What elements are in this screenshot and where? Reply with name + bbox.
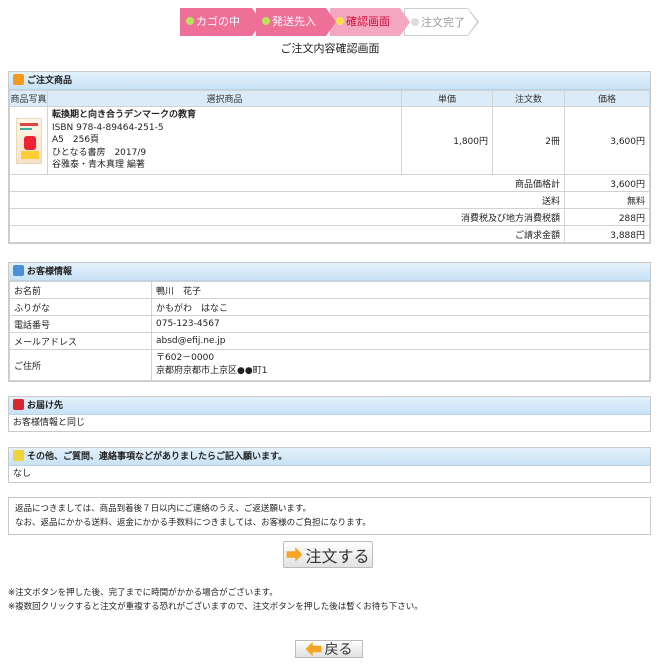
section-header: お届け先 (9, 397, 650, 415)
table-row: メールアドレス absd@efij.ne.jp (9, 332, 650, 350)
delivery-value: お客様情報と同じ (13, 418, 86, 428)
step-label: 確認画面 (346, 15, 390, 28)
delivery-section: お届け先 お客様情報と同じ (8, 396, 651, 432)
step-cart: カゴの中 (180, 8, 262, 36)
step-dot-icon (262, 17, 270, 25)
page-title: ご注文内容確認画面 (280, 42, 380, 55)
arrow-right-icon (286, 547, 303, 562)
customer-info-table: お名前 鴨川 花子 ふりがな かもがわ はなこ 電話番号 075-123-456… (9, 281, 650, 381)
step-arrow-icon (400, 8, 410, 36)
mailbox-icon (13, 399, 24, 410)
step-arrow-icon (252, 8, 262, 36)
customer-email: absd@efij.ne.jp (151, 332, 650, 350)
field-label: メールアドレス (9, 332, 152, 350)
cart-icon (13, 74, 24, 85)
customer-address: 〒602－0000 京都府京都市上京区●●町1 (151, 349, 650, 381)
product-title: 転換期と向き合うデンマークの教育 (52, 110, 197, 121)
field-label: ふりがな (9, 298, 152, 316)
step-arrow-icon (326, 8, 336, 36)
product-photo-cell (9, 106, 48, 175)
col-header-price: 価格 (564, 90, 650, 107)
customer-furigana: かもがわ はなこ (151, 298, 650, 316)
product-format: A5 256頁 (52, 135, 100, 146)
step-confirm: 確認画面 (330, 8, 410, 36)
table-row: お名前 鴨川 花子 (9, 281, 650, 299)
place-order-button[interactable]: 注文する (283, 541, 373, 568)
section-header: その他、ご質問、連絡事項などがありましたらご記入願います。 (9, 448, 650, 466)
step-dot-icon (336, 17, 344, 25)
field-label: ご住所 (9, 349, 152, 381)
address-line: 京都府京都市上京区●●町1 (156, 366, 268, 376)
step-complete: 注文完了 (404, 8, 479, 36)
order-items-table: 商品写真 選択商品 単価 注文数 価格 転換期と向き合うデンマークの教育 ISB… (9, 90, 650, 243)
customer-info-section: お客様情報 お名前 鴨川 花子 ふりがな かもがわ はなこ 電話番号 075-1… (8, 262, 651, 382)
quantity: 2冊 (492, 106, 565, 175)
order-warnings: ※注文ボタンを押した後、完了までに時間がかかる場合がございます。 ※複数回クリッ… (8, 588, 423, 612)
order-items-section: ご注文商品 商品写真 選択商品 単価 注文数 価格 転換期と向き合うデンマークの… (8, 71, 651, 244)
back-button[interactable]: 戻る (295, 640, 363, 658)
product-isbn: ISBN 978-4-89464-251-5 (52, 122, 164, 133)
speech-bubble-icon (13, 450, 24, 461)
col-header-unit-price: 単価 (401, 90, 493, 107)
other-notes-section: その他、ご質問、連絡事項などがありましたらご記入願います。 なし (8, 447, 651, 483)
col-header-item: 選択商品 (47, 90, 402, 107)
line-price: 3,600円 (564, 106, 650, 175)
step-label: カゴの中 (196, 15, 240, 28)
book-cover-image (15, 117, 42, 164)
step-dot-icon (186, 17, 194, 25)
table-row: 電話番号 075-123-4567 (9, 315, 650, 333)
table-row: 転換期と向き合うデンマークの教育 ISBN 978-4-89464-251-5 … (9, 106, 650, 175)
col-header-photo: 商品写真 (9, 90, 48, 107)
address-zip: 〒602－0000 (156, 353, 215, 363)
step-shipping: 発送先入力 (256, 8, 336, 56)
table-row: ご住所 〒602－0000 京都府京都市上京区●●町1 (9, 349, 650, 381)
product-publisher: ひとなる書房 2017/9 (52, 147, 147, 158)
table-row: ふりがな かもがわ はなこ (9, 298, 650, 316)
order-progress-steps: カゴの中 発送先入力 確認画面 注文完了 (180, 8, 479, 56)
summary-row-shipping: 送料 無料 (9, 191, 650, 209)
unit-price: 1,800円 (401, 106, 493, 175)
other-notes-value: なし (13, 469, 32, 479)
summary-row-tax: 消費税及び地方消費税額 288円 (9, 208, 650, 226)
field-label: 電話番号 (9, 315, 152, 333)
section-header: お客様情報 (9, 263, 650, 281)
product-info-cell: 転換期と向き合うデンマークの教育 ISBN 978-4-89464-251-5 … (47, 106, 402, 175)
step-dot-icon (411, 18, 419, 26)
step-label: 注文完了 (421, 16, 465, 29)
returns-policy-note: 返品につきましては、商品到着後７日以内にご連絡のうえ、ご返送願います。 なお、返… (8, 497, 651, 535)
summary-row-total: ご請求金額 3,888円 (9, 225, 650, 243)
customer-phone: 075-123-4567 (151, 315, 650, 333)
product-authors: 谷雅泰・青木真理 編著 (52, 160, 145, 171)
col-header-qty: 注文数 (492, 90, 565, 107)
customer-name: 鴨川 花子 (151, 281, 650, 299)
person-icon (13, 265, 24, 276)
arrow-left-icon (305, 641, 322, 657)
step-arrow-icon (467, 8, 477, 36)
summary-row-subtotal: 商品価格計 3,600円 (9, 174, 650, 192)
section-header: ご注文商品 (9, 72, 650, 90)
field-label: お名前 (9, 281, 152, 299)
